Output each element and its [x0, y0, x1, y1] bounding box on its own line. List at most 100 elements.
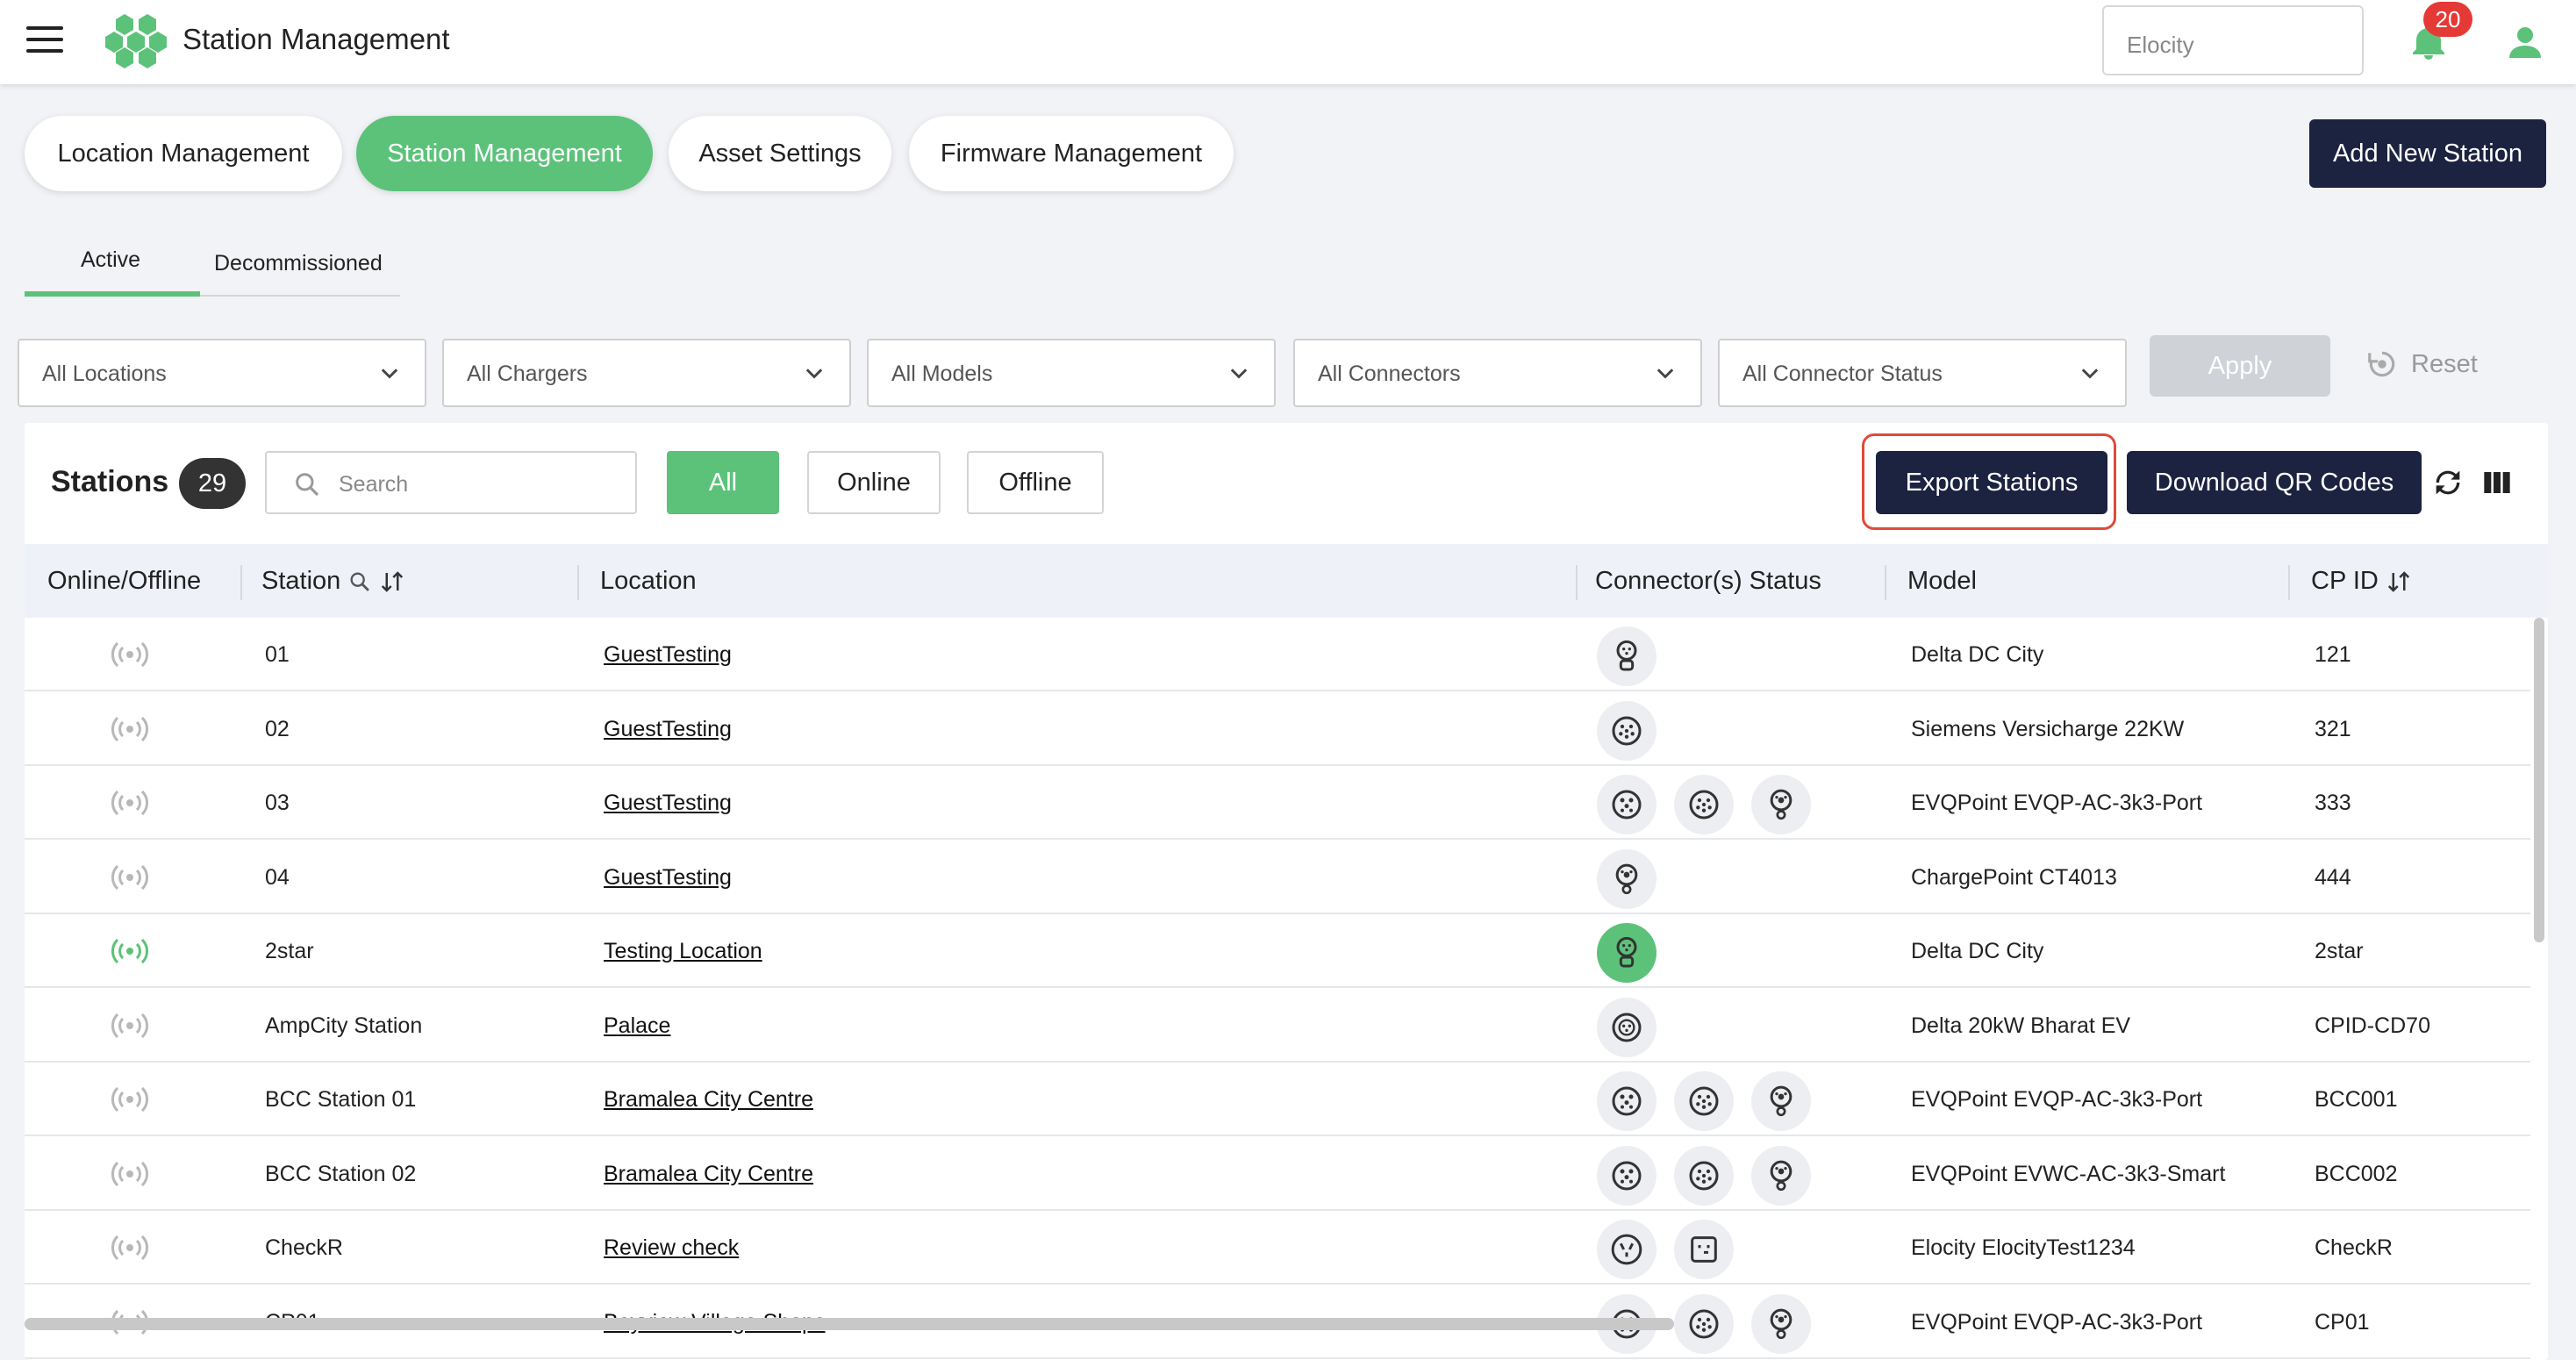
connector-status-icon[interactable]	[1597, 775, 1657, 834]
tab-firmware-management[interactable]: Firmware Management	[909, 116, 1234, 191]
location-link[interactable]: Bramalea City Centre	[604, 1087, 813, 1113]
subtab-active[interactable]: Active	[81, 247, 140, 273]
connector-status-icon[interactable]	[1751, 1071, 1811, 1131]
table-row[interactable]: 2star Testing Location Delta DC City 2star	[25, 914, 2530, 988]
location-link[interactable]: GuestTesting	[604, 791, 732, 816]
location-link[interactable]: Palace	[604, 1013, 670, 1039]
locations-filter-label: All Locations	[42, 361, 167, 386]
connector-type2-icon	[1689, 1309, 1719, 1338]
table-row[interactable]: CheckR Review check Elocity ElocityTest123…	[25, 1211, 2530, 1285]
location-link[interactable]: GuestTesting	[604, 642, 732, 668]
table-row[interactable]: 01 GuestTesting Delta DC City 121	[25, 618, 2530, 691]
location-link[interactable]: Review check	[604, 1235, 739, 1261]
connector-ccs2-icon	[1770, 1160, 1792, 1191]
refresh-icon[interactable]	[2430, 463, 2465, 502]
header-cp-id[interactable]: CP ID	[2311, 567, 2412, 596]
models-filter[interactable]: All Models	[867, 339, 1276, 407]
table-row[interactable]: 03 GuestTesting EVQPoint EVQP-AC-3k3-Port 3…	[25, 766, 2530, 840]
model-name: Elocity ElocityTest1234	[1911, 1235, 2136, 1260]
table-row[interactable]: AmpCity Station Palace Delta 20kW Bharat E…	[25, 988, 2530, 1063]
station-name: 02	[265, 716, 290, 741]
reset-icon	[2368, 351, 2395, 377]
location-link[interactable]: Testing Location	[604, 939, 762, 964]
header-cp-id-label: CP ID	[2311, 567, 2379, 595]
connector-status-icon[interactable]	[1674, 775, 1734, 834]
connectors-filter[interactable]: All Connectors	[1293, 339, 1702, 407]
search-icon[interactable]	[347, 569, 372, 594]
connector-ccs2-icon	[1770, 1308, 1792, 1339]
chargers-filter[interactable]: All Chargers	[442, 339, 851, 407]
model-name: ChargePoint CT4013	[1911, 864, 2117, 890]
connector-status-icon[interactable]	[1674, 1220, 1734, 1279]
columns-icon[interactable]	[2481, 469, 2513, 497]
connector-j1772-icon	[1612, 1086, 1642, 1116]
download-qr-codes-button[interactable]: Download QR Codes	[2127, 451, 2422, 514]
offline-signal-icon	[111, 1086, 148, 1113]
subtab-decommissioned[interactable]: Decommissioned	[214, 251, 383, 276]
filter-offline-button[interactable]: Offline	[967, 451, 1104, 514]
header-online-offline: Online/Offline	[47, 567, 202, 595]
connector-status-icon[interactable]	[1597, 848, 1657, 909]
table-row[interactable]: 02 GuestTesting Siemens Versicharge 22KW 32…	[25, 691, 2530, 766]
connector-ccs-icon	[1616, 936, 1637, 968]
vertical-scrollbar[interactable]	[2534, 618, 2544, 942]
connector-status-icon[interactable]	[1751, 1145, 1811, 1206]
connector-status-icon[interactable]	[1751, 1293, 1811, 1354]
table-row[interactable]: 04 GuestTesting ChargePoint CT4013 444	[25, 840, 2530, 914]
add-new-station-button[interactable]: Add New Station	[2309, 119, 2546, 188]
connector-status-icon[interactable]	[1597, 1145, 1657, 1206]
sort-icon[interactable]	[379, 569, 405, 595]
cp-id: CheckR	[2315, 1235, 2393, 1260]
apply-button[interactable]: Apply	[2150, 335, 2330, 397]
connector-status-icon[interactable]	[1597, 700, 1657, 761]
header-connector-status: Connector(s) Status	[1595, 567, 1821, 595]
offline-signal-icon	[111, 716, 148, 741]
location-link[interactable]: GuestTesting	[604, 865, 732, 891]
stations-panel: Stations 29 Search All Online Offline Ex…	[25, 423, 2548, 1360]
filter-online-button[interactable]: Online	[807, 451, 941, 514]
stations-title: Stations	[51, 465, 169, 498]
connector-status-icon[interactable]	[1674, 1071, 1734, 1131]
location-link[interactable]: GuestTesting	[604, 717, 732, 742]
cp-id: CPID-CD70	[2315, 1013, 2430, 1038]
chevron-down-icon	[1657, 369, 1674, 379]
model-name: EVQPoint EVQP-AC-3k3-Port	[1911, 1309, 2203, 1335]
tab-station-management[interactable]: Station Management	[356, 116, 653, 191]
connector-status-filter[interactable]: All Connector Status	[1718, 339, 2127, 407]
station-name: BCC Station 01	[265, 1087, 417, 1112]
search-input[interactable]: Search	[265, 451, 637, 514]
table-row[interactable]: BCC Station 02 Bramalea City Centre EVQPoi…	[25, 1136, 2530, 1211]
connector-status-icon[interactable]	[1597, 1220, 1657, 1279]
chevron-down-icon	[805, 369, 823, 379]
connector-status-icon[interactable]	[1597, 923, 1657, 983]
filter-all-button[interactable]: All	[667, 451, 779, 514]
model-name: EVQPoint EVWC-AC-3k3-Smart	[1911, 1161, 2226, 1186]
connector-status-icon[interactable]	[1597, 997, 1657, 1057]
export-stations-button[interactable]: Export Stations	[1876, 451, 2107, 514]
menu-icon[interactable]	[26, 26, 63, 58]
model-name: EVQPoint EVQP-AC-3k3-Port	[1911, 1087, 2203, 1112]
organization-select[interactable]: Elocity	[2102, 5, 2364, 75]
connector-ccs2-icon	[1770, 789, 1792, 820]
header-model: Model	[1907, 567, 1977, 595]
connector-status-icon[interactable]	[1674, 1293, 1734, 1354]
tab-location-management[interactable]: Location Management	[25, 116, 342, 191]
station-name: BCC Station 02	[265, 1161, 417, 1186]
station-name: 04	[265, 864, 290, 890]
reset-button[interactable]: Reset	[2365, 347, 2478, 381]
horizontal-scrollbar[interactable]	[25, 1318, 1674, 1330]
connector-status-icon[interactable]	[1751, 775, 1811, 834]
locations-filter[interactable]: All Locations	[18, 339, 426, 407]
connector-status-icon[interactable]	[1597, 626, 1657, 686]
offline-signal-icon	[111, 1161, 148, 1186]
connector-status-icon[interactable]	[1674, 1145, 1734, 1206]
sort-icon[interactable]	[2386, 569, 2412, 595]
location-link[interactable]: Bramalea City Centre	[604, 1162, 813, 1187]
table-row[interactable]: BCC Station 01 Bramalea City Centre EVQPoi…	[25, 1063, 2530, 1136]
cp-id: BCC002	[2315, 1161, 2398, 1186]
header-station[interactable]: Station	[261, 567, 405, 596]
station-name: 01	[265, 642, 290, 667]
user-icon[interactable]	[2504, 21, 2546, 63]
connector-status-icon[interactable]	[1597, 1071, 1657, 1131]
tab-asset-settings[interactable]: Asset Settings	[669, 116, 891, 191]
